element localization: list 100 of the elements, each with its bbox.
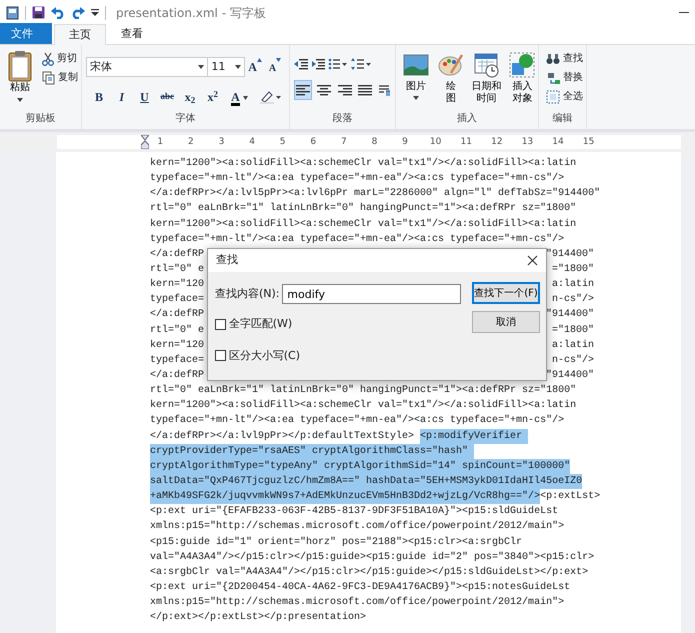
- dialog-button[interactable]: 取消: [472, 311, 540, 333]
- minimize-icon[interactable]: [679, 10, 689, 14]
- select-all-button[interactable]: 全选: [543, 88, 582, 104]
- selected-text: <p:modifyVerifier: [420, 428, 528, 444]
- code-text: <p:ext uri="{EFAFB233-063F-42B5-8137-9DF3F51BA10A}"><p15:sldGuideLst: [150, 504, 558, 520]
- code-text: xmlns:p15="http://schemas.microsoft.com/office/powerpoint/2012/main">: [150, 520, 564, 534]
- code-text: kern="1200"><a:solidFill><a:schemeClr val="tx1"/></a:solidFill><a:latin: [150, 156, 576, 171]
- font-name-field[interactable]: 宋体: [86, 57, 208, 77]
- font-size-field[interactable]: 11: [208, 57, 246, 77]
- dialog-button[interactable]: 查找下一个(F): [472, 282, 540, 304]
- ruler-number: 8: [370, 136, 378, 149]
- dialog-title: 查找: [216, 252, 238, 268]
- group-label: 剪贴板: [24, 112, 56, 126]
- code-text: <p15:guide id="1" orient="horz" pos="2188"><p15:clr><a:srgbClr: [150, 536, 522, 550]
- checkbox[interactable]: [215, 350, 226, 362]
- caret-icon: [242, 96, 248, 100]
- align-left-icon: [296, 83, 310, 97]
- up-triangle-icon: [256, 58, 262, 62]
- decrease-indent-icon[interactable]: [294, 57, 308, 71]
- sup-button[interactable]: x$^{2}$: [202, 87, 223, 107]
- highlighter-icon: [259, 90, 282, 104]
- strike-button[interactable]: abc: [157, 87, 178, 107]
- copy-button[interactable]: 复制: [38, 70, 81, 86]
- grow-font-button[interactable]: A: [245, 57, 266, 77]
- ruler-number: 11: [460, 136, 473, 149]
- picture-icon: [403, 52, 429, 78]
- code-text: <p:ext uri="{2D200454-40CA-4A62-9FC3-DE9A4176ACB9}"><p15:notesGuideLst: [150, 580, 570, 595]
- ruler-number: 9: [401, 136, 409, 149]
- selected-text: saltData="QxP467TjcguzlzC/hmZm8A==" hashData="5EH+MSM3ykD01IdaHIl45oeIZ0: [150, 474, 582, 490]
- caret-icon: [413, 96, 419, 100]
- increase-indent-icon[interactable]: [310, 57, 325, 71]
- ruler-number: 4: [248, 136, 256, 149]
- code-text: kern="120: [150, 338, 204, 353]
- checkbox[interactable]: [215, 318, 226, 330]
- ribbon-tab[interactable]: 文件: [0, 23, 52, 44]
- underline-button[interactable]: U: [134, 87, 154, 107]
- align-justify-icon: [358, 83, 372, 97]
- ruler-number: 1: [156, 136, 164, 149]
- scissors-icon: [42, 52, 54, 66]
- group-label: 编辑: [552, 112, 574, 126]
- paint-button[interactable]: 绘 图: [434, 51, 467, 105]
- code-text: kern="1200"><a:solidFill><a:schemeClr val="tx1"/></a:solidFill><a:latin: [150, 218, 576, 232]
- datetime-button[interactable]: 日期和 时间: [470, 51, 504, 105]
- code-text: rtl="0" eaLnBrk="1" latinLnBrk="0" hangingPunct="1"><a:defRPr sz="1800": [150, 384, 576, 398]
- group-label: 插入: [456, 112, 478, 126]
- sub-button[interactable]: x$_{2}$: [180, 87, 200, 107]
- code-text: a:latin: [552, 278, 594, 292]
- redo-icon[interactable]: [71, 6, 85, 19]
- code-text: ="1800": [552, 324, 594, 338]
- close-icon[interactable]: [527, 255, 538, 266]
- code-text: rtl="0" e: [150, 262, 204, 277]
- code-text: kern="1200"><a:solidFill><a:schemeClr val="tx1"/></a:solidFill><a:latin: [150, 398, 576, 414]
- object-button[interactable]: 插入 对象: [506, 51, 538, 105]
- bold-button[interactable]: B: [89, 87, 109, 107]
- code-text: typeface=: [150, 292, 204, 308]
- code-text: </a:defRP: [150, 308, 204, 322]
- shrink-font-button[interactable]: A: [265, 57, 285, 77]
- picture-button[interactable]: 图片: [400, 51, 432, 105]
- clipboard-icon: [7, 50, 33, 82]
- code-text: <a:srgbClr val="A4A3A4"/></p15:clr></p15:guide></p15:sldGuideLst></p:ext>: [150, 566, 588, 580]
- find-button[interactable]: 查找: [543, 51, 582, 67]
- code-text: </a:defRP: [150, 248, 204, 262]
- ruler-number: 15: [582, 136, 596, 149]
- bullet-list-icon[interactable]: [328, 57, 348, 71]
- caret-icon: [17, 98, 23, 102]
- ruler-number: 12: [490, 136, 504, 149]
- code-text: "914400": [546, 308, 594, 322]
- indent-marker-icon[interactable]: [141, 135, 149, 149]
- paste-button[interactable]: 粘贴: [4, 49, 36, 102]
- code-text: n-cs"/>: [552, 292, 594, 308]
- palette-icon: [438, 52, 464, 78]
- code-text: typeface="+mn-lt"/><a:ea typeface="+mn-ea"/><a:cs typeface="+mn-cs"/>: [150, 172, 564, 186]
- undo-icon[interactable]: [51, 6, 65, 19]
- app-icon[interactable]: [6, 6, 19, 20]
- replace-button[interactable]: 替换: [543, 70, 582, 86]
- code-text: "914400": [546, 248, 594, 262]
- ruler-number: 10: [428, 136, 442, 149]
- save-icon[interactable]: [32, 6, 45, 19]
- code-text: n-cs"/>: [552, 354, 594, 368]
- line-spacing-icon[interactable]: [350, 57, 372, 71]
- align-left-button[interactable]: [294, 80, 312, 100]
- code-text: ="1800": [552, 262, 594, 277]
- ruler-number: 5: [278, 136, 287, 149]
- selected-text: cryptAlgorithmType="typeAny" cryptAlgorithmSid="14" spinCount="100000": [150, 458, 570, 474]
- code-text: rtl="0" eaLnBrk="1" latinLnBrk="0" hangingPunct="1"><a:defRPr sz="1800": [150, 202, 576, 216]
- window-title: presentation.xml - 写字板: [116, 4, 266, 22]
- ribbon-tab[interactable]: 主页: [54, 24, 106, 45]
- checkbox-label: 全字匹配(W): [228, 316, 292, 332]
- italic-button[interactable]: I: [112, 87, 132, 107]
- code-text: kern="120: [150, 278, 204, 292]
- cut-button[interactable]: 剪切: [38, 51, 81, 67]
- code-text: typeface=: [150, 354, 204, 368]
- font-color-button[interactable]: A: [226, 87, 254, 107]
- ribbon-tab[interactable]: 查看: [106, 23, 158, 44]
- copy-icon: [42, 70, 55, 85]
- caret-icon[interactable]: [91, 8, 99, 16]
- field-label: 查找内容(N):: [215, 286, 280, 302]
- ruler-number: 2: [187, 136, 195, 149]
- search-field[interactable]: modify: [282, 284, 462, 304]
- paragraph-icon[interactable]: [377, 83, 391, 97]
